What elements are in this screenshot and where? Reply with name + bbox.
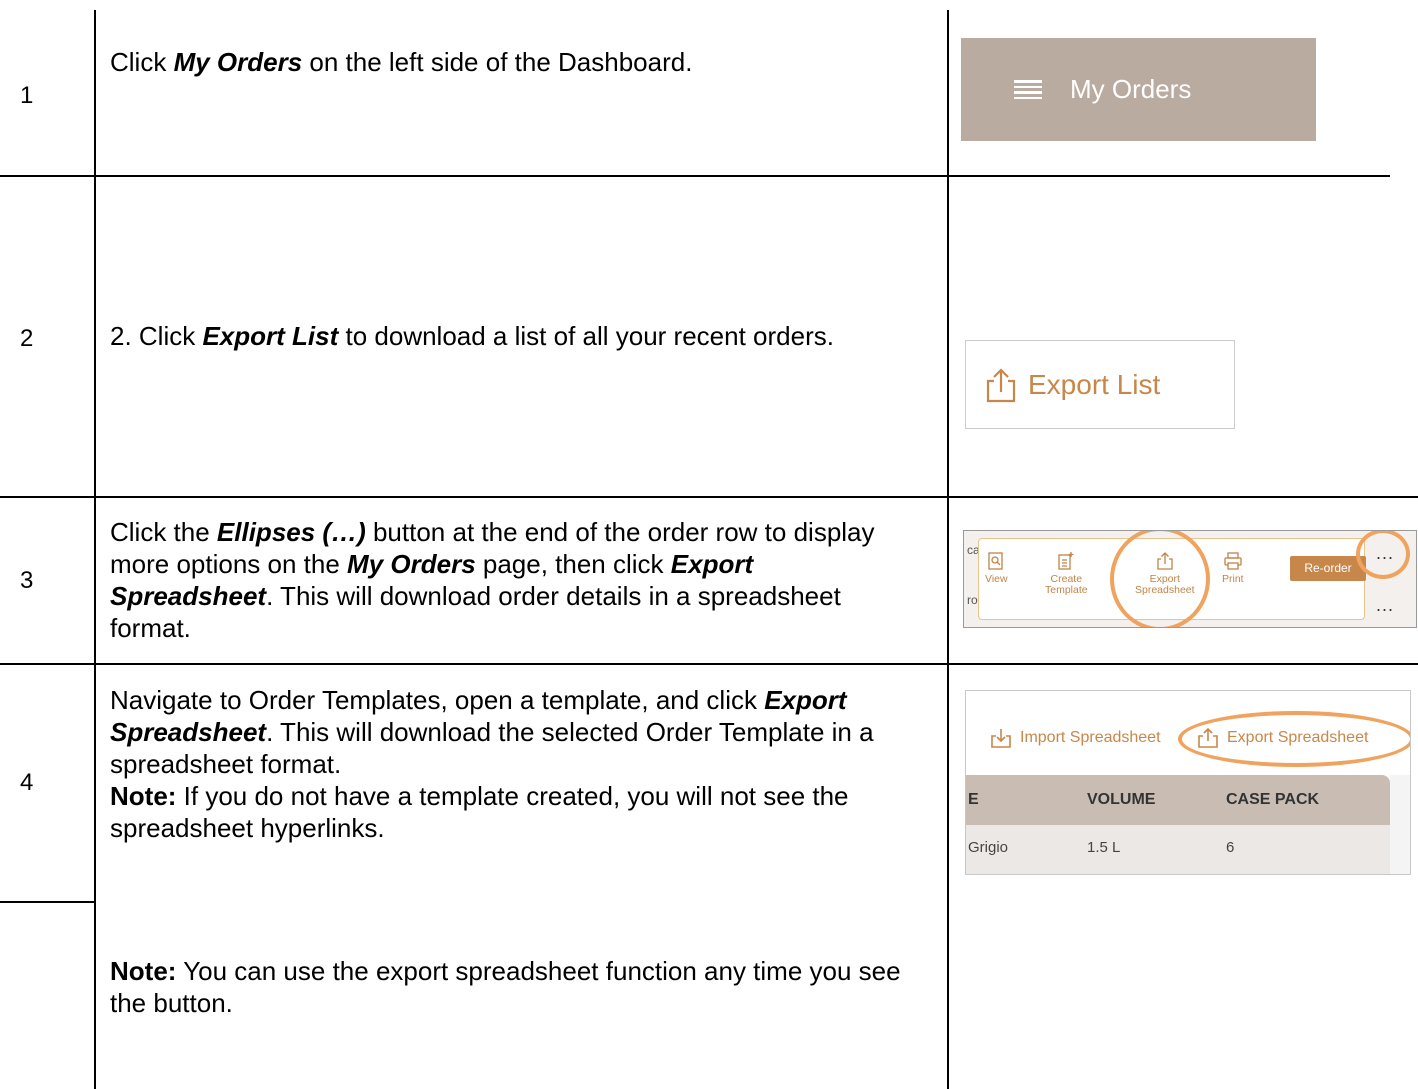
import-spreadsheet-link[interactable]: Import Spreadsheet	[990, 727, 1161, 749]
grid-row-divider-1	[0, 175, 1390, 177]
step-text-3-emph1: Ellipses (…)	[216, 517, 366, 547]
step-text-1-b: on the left side of the Dashboard.	[302, 47, 693, 77]
view-action-label: View	[985, 573, 1008, 585]
step-number-1: 1	[20, 82, 34, 109]
ellipsis-button-bottom[interactable]: ...	[1376, 595, 1394, 616]
menu-lines-icon	[1014, 77, 1042, 102]
step-number-2: 2	[20, 325, 34, 352]
table-scroll-edge	[1390, 775, 1410, 874]
order-row-actions-screenshot: ca ro View Create Template Export Spread…	[963, 530, 1417, 628]
footer-note-label: Note:	[110, 956, 177, 986]
my-orders-nav-label: My Orders	[1070, 74, 1192, 104]
step-text-4: Navigate to Order Templates, open a temp…	[110, 684, 920, 844]
highlight-circle-export	[1110, 531, 1210, 627]
step-text-2-b: to download a list of all your recent or…	[338, 321, 834, 351]
create-template-label-2: Template	[1045, 584, 1088, 596]
import-spreadsheet-label: Import Spreadsheet	[1020, 729, 1161, 746]
printer-icon	[1224, 552, 1242, 570]
step-number-3: 3	[20, 567, 34, 594]
footer-note: Note: You can use the export spreadsheet…	[110, 955, 920, 1019]
print-action[interactable]: Print	[1222, 551, 1244, 585]
create-template-action[interactable]: Create Template	[1045, 551, 1088, 596]
print-action-label: Print	[1222, 573, 1244, 585]
my-orders-screenshot: My Orders	[961, 38, 1316, 141]
grid-center-border	[947, 10, 949, 1089]
highlight-circle-ellipsis	[1356, 531, 1410, 579]
header-cropped-column: E	[968, 791, 979, 808]
view-action[interactable]: View	[985, 551, 1008, 585]
row-volume: 1.5 L	[1087, 839, 1121, 856]
step-note-label: Note:	[110, 781, 177, 811]
step-note-text: If you do not have a template created, y…	[110, 781, 849, 843]
step-text-1-emph: My Orders	[173, 47, 303, 77]
grid-row-divider-4	[0, 901, 94, 903]
cropped-text-bottom: ro	[967, 593, 978, 607]
step-text-3-emph2: My Orders	[347, 549, 476, 579]
view-document-icon	[988, 552, 1003, 570]
column-header-case-pack: CASE PACK	[1226, 791, 1320, 808]
row-product-name: Grigio	[968, 839, 1009, 856]
row-case-pack: 6	[1226, 839, 1235, 856]
step-text-1: Click My Orders on the left side of the …	[110, 46, 920, 78]
template-table-header: E VOLUME CASE PACK	[966, 775, 1390, 825]
export-upload-icon	[986, 367, 1016, 402]
step-text-2: 2. Click Export List to download a list …	[110, 320, 920, 352]
step-text-3-a: Click the	[110, 517, 217, 547]
export-list-button-screenshot: Export List	[965, 340, 1235, 429]
step-text-4-a: Navigate to Order Templates, open a temp…	[110, 685, 765, 715]
grid-left-border	[94, 10, 96, 1089]
highlight-ellipse-export	[1178, 711, 1410, 767]
table-row: Grigio 1.5 L 6	[966, 825, 1390, 874]
step-number-4: 4	[20, 769, 34, 796]
step-text-2-emph: Export List	[202, 321, 339, 351]
column-header-volume: VOLUME	[1087, 791, 1156, 808]
reorder-button[interactable]: Re-order	[1290, 556, 1366, 581]
step-text-2-a: 2. Click	[110, 321, 203, 351]
grid-row-divider-2	[0, 496, 1418, 498]
order-template-screenshot: Import Spreadsheet Export Spreadsheet E …	[965, 690, 1411, 875]
import-download-icon	[991, 729, 1011, 748]
grid-row-divider-3	[0, 663, 1418, 665]
step-text-3-c: page, then click	[475, 549, 671, 579]
create-template-icon	[1058, 552, 1074, 570]
footer-note-text: You can use the export spreadsheet funct…	[110, 956, 901, 1018]
step-text-1-a: Click	[110, 47, 174, 77]
step-text-3: Click the Ellipses (…) button at the end…	[110, 516, 920, 644]
export-list-label: Export List	[1028, 368, 1161, 400]
